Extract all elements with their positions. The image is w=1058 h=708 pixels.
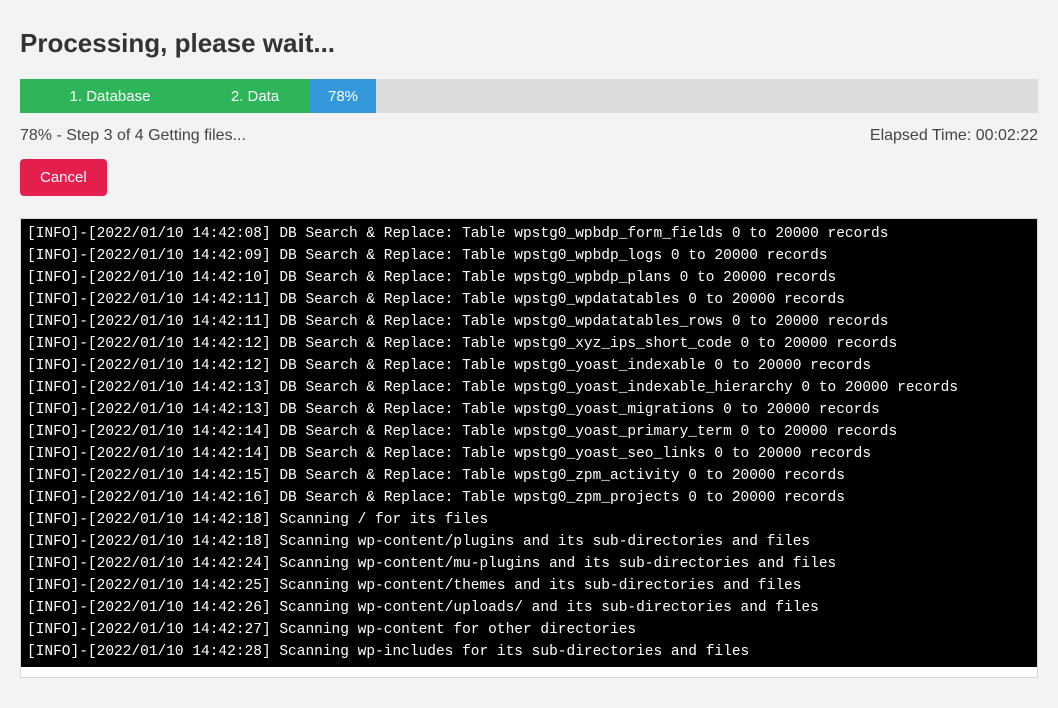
page-title: Processing, please wait... <box>20 28 1038 59</box>
progress-bar: 1. Database 2. Data 78% <box>20 79 1038 113</box>
log-panel[interactable]: [INFO]-[2022/01/10 14:42:08] DB Search &… <box>20 218 1038 678</box>
log-output: [INFO]-[2022/01/10 14:42:08] DB Search &… <box>21 219 1038 667</box>
processing-dialog: Processing, please wait... 1. Database 2… <box>0 0 1058 698</box>
status-step-text: 78% - Step 3 of 4 Getting files... <box>20 127 246 145</box>
progress-step-database: 1. Database <box>20 79 200 113</box>
cancel-button[interactable]: Cancel <box>20 159 107 196</box>
progress-percent: 78% <box>310 79 376 113</box>
progress-step-data: 2. Data <box>200 79 310 113</box>
status-elapsed-time: Elapsed Time: 00:02:22 <box>870 127 1038 145</box>
status-row: 78% - Step 3 of 4 Getting files... Elaps… <box>20 127 1038 145</box>
